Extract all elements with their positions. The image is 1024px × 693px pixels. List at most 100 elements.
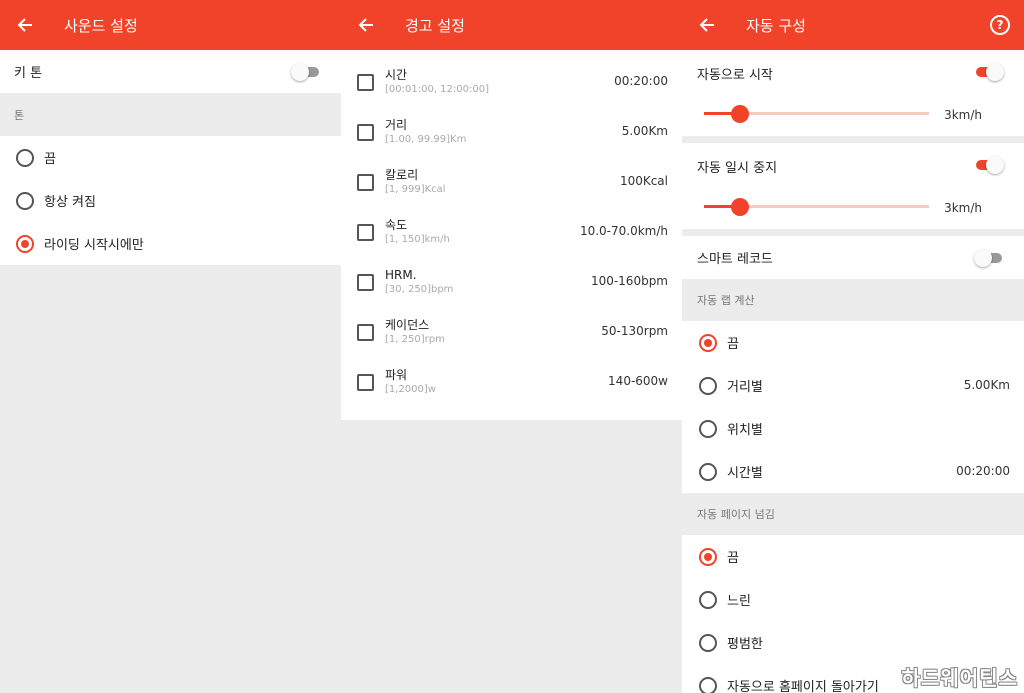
radio-option-label: 시간별 xyxy=(727,466,763,481)
radio-option-label: 끔 xyxy=(44,152,56,167)
radio-option[interactable]: 평범한 xyxy=(682,621,1024,664)
radio-button[interactable] xyxy=(699,676,717,693)
radio-option[interactable]: 느린 xyxy=(682,578,1024,621)
alert-range: [1, 250]rpm xyxy=(385,334,445,345)
radio-option-value: 00:20:00 xyxy=(956,463,1010,478)
radio-button[interactable] xyxy=(699,462,717,481)
alert-range: [00:01:00, 12:00:00] xyxy=(385,84,489,95)
auto-config-panel: 자동 구성 ? 자동으로 시작 3km/h 자동 일시 중지 3km/h 스마트… xyxy=(682,0,1024,693)
alert-item[interactable]: 칼로리 [1, 999]Kcal 100Kcal xyxy=(341,157,682,207)
auto-pause-speed: 3km/h xyxy=(944,201,982,215)
alert-range: [1, 150]km/h xyxy=(385,234,450,245)
alert-value: 100Kcal xyxy=(619,174,668,188)
alert-item[interactable]: 파워 [1,2000]w 140-600w xyxy=(341,357,682,407)
radio-option[interactable]: 항상 켜짐 xyxy=(0,179,341,222)
page-title: 경고 설정 xyxy=(405,16,465,35)
radio-option[interactable]: 끔 xyxy=(682,535,1024,578)
alert-item[interactable]: 시간 [00:01:00, 12:00:00] 00:20:00 xyxy=(341,57,682,107)
alert-list: 시간 [00:01:00, 12:00:00] 00:20:00 거리 [1.00, 9… xyxy=(341,50,682,420)
page-section-label: 자동 페이지 넘김 xyxy=(697,508,775,521)
radio-option[interactable]: 위치별 xyxy=(682,407,1024,450)
auto-start-slider[interactable] xyxy=(704,105,929,123)
auto-pause-label: 자동 일시 중지 xyxy=(697,161,778,176)
radio-option-label: 항상 켜짐 xyxy=(44,195,96,210)
radio-option[interactable]: 거리별 5.00Km xyxy=(682,364,1024,407)
radio-option-label: 평범한 xyxy=(727,637,763,652)
auto-app-bar: 자동 구성 ? xyxy=(682,0,1024,50)
alert-settings-panel: 경고 설정 시간 [00:01:00, 12:00:00] 00:20:00 거리 [1… xyxy=(341,0,682,693)
alert-value: 5.00Km xyxy=(621,124,668,138)
watermark: 하드웨어틴스 xyxy=(901,666,1018,690)
back-button[interactable] xyxy=(0,0,50,50)
slider-knob[interactable] xyxy=(731,198,749,216)
radio-option[interactable]: 끔 xyxy=(682,321,1024,364)
alert-text: 속도 [1, 150]km/h xyxy=(385,217,450,247)
alert-text: 케이던스 [1, 250]rpm xyxy=(385,317,445,347)
key-tone-toggle[interactable] xyxy=(291,63,321,81)
back-arrow-icon xyxy=(358,18,373,32)
radio-button[interactable] xyxy=(699,376,717,395)
alert-item[interactable]: 속도 [1, 150]km/h 10.0-70.0km/h xyxy=(341,207,682,257)
slider-knob[interactable] xyxy=(731,105,749,123)
alert-text: 거리 [1.00, 99.99]Km xyxy=(385,117,466,147)
page-title: 자동 구성 xyxy=(746,16,806,35)
back-button[interactable] xyxy=(682,0,732,50)
radio-button[interactable] xyxy=(699,333,717,352)
radio-option[interactable]: 끔 xyxy=(0,136,341,179)
smart-record-row[interactable]: 스마트 레코드 xyxy=(682,236,1024,279)
alert-name: 파워 xyxy=(385,368,408,382)
auto-pause-slider[interactable] xyxy=(704,198,929,216)
key-tone-label: 키 톤 xyxy=(14,66,43,81)
lap-section-header: 자동 랩 계산 xyxy=(682,279,1024,321)
alert-checkbox[interactable] xyxy=(357,373,374,391)
alert-checkbox[interactable] xyxy=(357,273,374,291)
back-arrow-icon xyxy=(699,18,714,32)
radio-button[interactable] xyxy=(699,419,717,438)
alert-range: [1,2000]w xyxy=(385,384,436,395)
alert-checkbox[interactable] xyxy=(357,223,374,241)
alert-value: 140-600w xyxy=(608,374,668,388)
smart-record-label: 스마트 레코드 xyxy=(697,252,773,267)
alert-item[interactable]: 케이던스 [1, 250]rpm 50-130rpm xyxy=(341,307,682,357)
radio-option[interactable]: 시간별 00:20:00 xyxy=(682,450,1024,493)
auto-pause-toggle[interactable] xyxy=(974,156,1004,174)
alert-value: 100-160bpm xyxy=(590,274,668,288)
auto-pause-card: 자동 일시 중지 3km/h xyxy=(682,143,1024,229)
radio-button[interactable] xyxy=(699,633,717,652)
radio-option-label: 라이딩 시작시에만 xyxy=(44,238,144,253)
radio-button[interactable] xyxy=(16,234,34,253)
radio-button[interactable] xyxy=(16,148,34,167)
auto-start-card: 자동으로 시작 3km/h xyxy=(682,50,1024,136)
alert-item[interactable]: HRM. [30, 250]bpm 100-160bpm xyxy=(341,257,682,307)
auto-start-toggle[interactable] xyxy=(974,63,1004,81)
key-tone-row[interactable]: 키 톤 xyxy=(0,50,341,93)
auto-start-label: 자동으로 시작 xyxy=(697,68,773,83)
smart-record-toggle[interactable] xyxy=(974,249,1004,267)
alert-name: 속도 xyxy=(385,218,408,232)
radio-button[interactable] xyxy=(16,191,34,210)
help-icon[interactable]: ? xyxy=(990,15,1010,35)
alert-value: 00:20:00 xyxy=(614,74,668,88)
back-button[interactable] xyxy=(341,0,391,50)
alert-item[interactable]: 거리 [1.00, 99.99]Km 5.00Km xyxy=(341,107,682,157)
alert-text: 칼로리 [1, 999]Kcal xyxy=(385,167,446,197)
radio-option-label: 자동으로 홈페이지 돌아가기 xyxy=(727,680,879,693)
alert-name: 케이던스 xyxy=(385,318,430,332)
radio-button[interactable] xyxy=(699,547,717,566)
alert-checkbox[interactable] xyxy=(357,323,374,341)
alert-checkbox[interactable] xyxy=(357,173,374,191)
sound-app-bar: 사운드 설정 xyxy=(0,0,341,50)
alert-name: 시간 xyxy=(385,68,408,82)
radio-option[interactable]: 라이딩 시작시에만 xyxy=(0,222,341,265)
sound-settings-panel: 사운드 설정 키 톤 톤 끔항상 켜짐라이딩 시작시에만 xyxy=(0,0,341,693)
alert-range: [30, 250]bpm xyxy=(385,284,454,295)
radio-option-label: 위치별 xyxy=(727,423,763,438)
screenshot-root: 사운드 설정 키 톤 톤 끔 항상 켜짐 라이딩 시작시에만 경고 설정 시간 [00… xyxy=(0,0,1024,693)
tone-section-label: 톤 xyxy=(14,108,25,122)
alert-range: [1, 999]Kcal xyxy=(385,184,446,195)
alert-text: 파워 [1,2000]w xyxy=(385,367,436,397)
radio-button[interactable] xyxy=(699,590,717,609)
alert-checkbox[interactable] xyxy=(357,123,374,141)
radio-option-label: 끔 xyxy=(727,337,739,352)
alert-checkbox[interactable] xyxy=(357,73,374,91)
